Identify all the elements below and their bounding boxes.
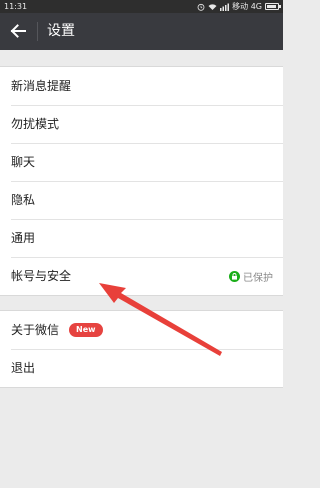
- settings-item-privacy[interactable]: 隐私: [0, 181, 283, 219]
- wifi-icon: [208, 3, 217, 10]
- settings-item-label: 隐私: [11, 193, 36, 207]
- settings-item-logout[interactable]: 退出: [0, 349, 283, 387]
- lock-icon: [229, 270, 240, 282]
- settings-group-secondary: 关于微信 New 退出: [0, 310, 283, 388]
- page-title: 设置: [47, 23, 75, 39]
- settings-item-label: 关于微信: [11, 323, 60, 337]
- signal-icon: [220, 3, 230, 11]
- settings-item-label: 通用: [11, 231, 36, 245]
- settings-item-account-security[interactable]: 帐号与安全 已保护: [0, 257, 283, 295]
- back-button[interactable]: [6, 19, 30, 43]
- title-bar: 设置: [0, 13, 283, 50]
- settings-item-label: 勿扰模式: [11, 117, 60, 131]
- status-icons: 移动 4G: [197, 0, 281, 13]
- security-status-text: 已保护: [243, 272, 273, 284]
- security-status: 已保护: [229, 257, 273, 295]
- settings-item-chat[interactable]: 聊天: [0, 143, 283, 181]
- settings-group-main: 新消息提醒 勿扰模式 聊天 隐私 通用 帐号与安全 已保护: [0, 66, 283, 296]
- settings-item-label: 聊天: [11, 155, 36, 169]
- status-time: 11:31: [4, 2, 28, 11]
- settings-item-label: 新消息提醒: [11, 79, 72, 93]
- settings-item-label: 帐号与安全: [11, 269, 72, 283]
- battery-icon: [265, 3, 281, 10]
- settings-item-new-message-notify[interactable]: 新消息提醒: [0, 67, 283, 105]
- settings-item-label: 退出: [11, 361, 36, 375]
- alarm-icon: [197, 3, 205, 11]
- arrow-left-icon: [10, 24, 26, 38]
- settings-item-do-not-disturb[interactable]: 勿扰模式: [0, 105, 283, 143]
- carrier-label: 移动 4G: [232, 2, 262, 11]
- new-badge: New: [69, 323, 103, 337]
- settings-item-about-wechat[interactable]: 关于微信 New: [0, 311, 283, 349]
- settings-item-general[interactable]: 通用: [0, 219, 283, 257]
- title-divider: [37, 22, 38, 41]
- status-bar: 11:31 移动 4G: [0, 0, 283, 13]
